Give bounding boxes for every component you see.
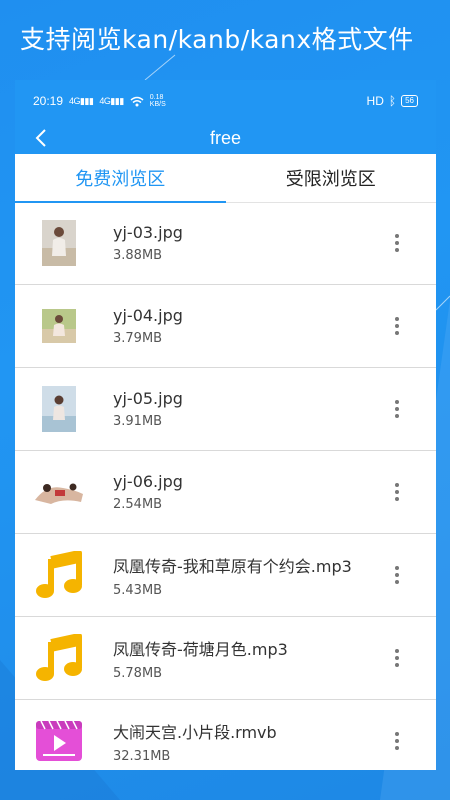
photo-thumbnail-icon <box>31 298 87 354</box>
chevron-left-icon <box>35 129 46 147</box>
file-size: 3.91MB <box>113 414 163 429</box>
hd-label: HD <box>366 94 384 108</box>
file-row[interactable]: 大闹天宫.小片段.rmvb 32.31MB <box>15 700 436 770</box>
page-title: free <box>209 127 242 148</box>
more-options-button[interactable] <box>388 726 406 756</box>
promo-headline: 支持阅览kan/kanb/kanx格式文件 <box>20 25 414 54</box>
tab-restricted[interactable]: 受限浏览区 <box>226 154 437 202</box>
file-row[interactable]: yj-05.jpg 3.91MB <box>15 368 436 451</box>
file-row[interactable]: yj-03.jpg 3.88MB <box>15 202 436 285</box>
network-speed: 0.18 KB/S <box>149 94 166 108</box>
file-size: 5.78MB <box>113 665 163 681</box>
status-time: 20:19 <box>33 94 64 108</box>
photo-thumbnail-icon <box>31 464 87 520</box>
battery-indicator: 56 <box>401 95 418 107</box>
photo-thumbnail-icon <box>31 215 87 271</box>
back-button[interactable] <box>29 125 53 151</box>
file-size: 32.31MB <box>113 748 171 764</box>
file-size: 3.79MB <box>113 331 163 346</box>
file-name: yj-04.jpg <box>113 306 183 325</box>
signal-icon-2: 4G▮▮▮ <box>99 95 124 106</box>
more-options-button[interactable] <box>388 477 406 507</box>
tab-bar: 免费浏览区 受限浏览区 <box>15 154 436 203</box>
video-file-icon <box>31 713 87 769</box>
file-name: yj-03.jpg <box>113 223 183 242</box>
more-options-button[interactable] <box>388 643 406 673</box>
file-list: yj-03.jpg 3.88MB yj-04.jpg 3.79MB yj-05.… <box>15 202 436 770</box>
file-name: yj-05.jpg <box>113 389 183 408</box>
music-note-icon <box>31 630 87 686</box>
file-row[interactable]: yj-06.jpg 2.54MB <box>15 451 436 534</box>
file-name: 凤凰传奇-荷塘月色.mp3 <box>113 639 288 659</box>
file-row[interactable]: 凤凰传奇-我和草原有个约会.mp3 5.43MB <box>15 534 436 617</box>
more-options-button[interactable] <box>388 560 406 590</box>
file-row[interactable]: 凤凰传奇-荷塘月色.mp3 5.78MB <box>15 617 436 700</box>
music-note-icon <box>31 547 87 603</box>
file-name: yj-06.jpg <box>113 472 183 491</box>
signal-icon: 4G▮▮▮ <box>69 95 94 106</box>
file-size: 2.54MB <box>113 497 163 512</box>
tab-free[interactable]: 免费浏览区 <box>15 154 226 202</box>
file-name: 大闹天宫.小片段.rmvb <box>113 722 277 742</box>
file-row[interactable]: yj-04.jpg 3.79MB <box>15 285 436 368</box>
bluetooth-icon: ᛒ <box>388 94 397 108</box>
file-size: 3.88MB <box>113 248 163 263</box>
more-options-button[interactable] <box>388 311 406 341</box>
more-options-button[interactable] <box>388 394 406 424</box>
phone-screen: 20:19 4G▮▮▮ 4G▮▮▮ 0.18 KB/S HD ᛒ 56 free <box>15 80 436 770</box>
wifi-icon <box>130 96 144 106</box>
file-name: 凤凰传奇-我和草原有个约会.mp3 <box>113 556 352 576</box>
photo-thumbnail-icon <box>31 381 87 437</box>
status-bar: 20:19 4G▮▮▮ 4G▮▮▮ 0.18 KB/S HD ᛒ 56 <box>15 80 436 122</box>
title-bar: free <box>15 122 436 154</box>
file-size: 5.43MB <box>113 582 163 598</box>
more-options-button[interactable] <box>388 228 406 258</box>
